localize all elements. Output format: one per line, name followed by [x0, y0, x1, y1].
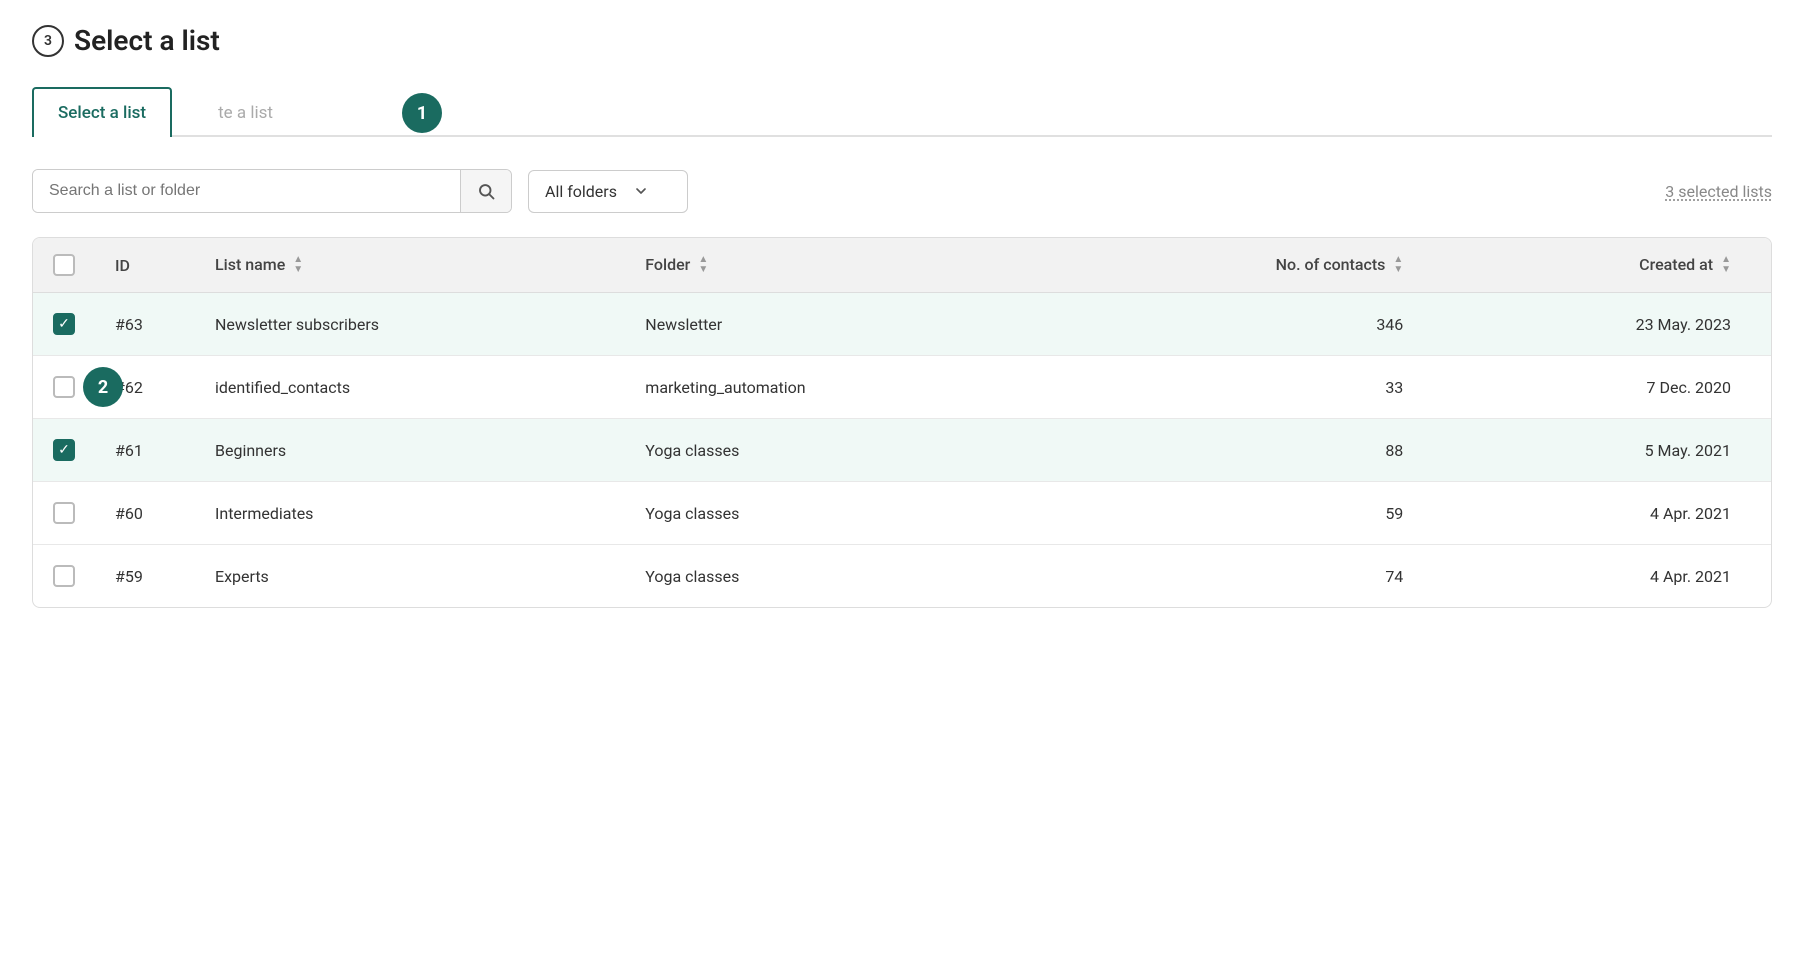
select-all-checkbox[interactable] — [53, 254, 75, 276]
row-list-name: Intermediates — [195, 482, 625, 545]
table-header: ID List name ▲▼ Folder ▲▼ No. of contact… — [33, 238, 1771, 293]
table-row: ✓ #63Newsletter subscribersNewsletter3462… — [33, 293, 1771, 356]
row-created-at: 4 Apr. 2021 — [1443, 545, 1771, 608]
row-list-name: Newsletter subscribers — [195, 293, 625, 356]
table-row: #59ExpertsYoga classes744 Apr. 2021 — [33, 545, 1771, 608]
table-row: #62identified_contactsmarketing_automati… — [33, 356, 1771, 419]
row-id: #59 — [95, 545, 195, 608]
row-folder: Yoga classes — [625, 482, 1047, 545]
row-checkbox-checked[interactable]: ✓ — [53, 439, 75, 461]
row-folder: Yoga classes — [625, 545, 1047, 608]
tab-create-list[interactable]: 1 te a list — [172, 87, 299, 137]
row-contacts: 33 — [1048, 356, 1444, 419]
chevron-down-icon — [633, 183, 649, 199]
folder-label: All folders — [545, 182, 617, 201]
row-folder: marketing_automation — [625, 356, 1047, 419]
sort-created-icon: ▲▼ — [1721, 255, 1731, 275]
table-wrapper: ID List name ▲▼ Folder ▲▼ No. of contact… — [33, 238, 1771, 607]
row-id: #63 — [95, 293, 195, 356]
search-input[interactable] — [33, 170, 460, 212]
filter-row: All folders 3 selected lists — [32, 169, 1772, 213]
page-header: 3 Select a list — [32, 24, 1772, 57]
tab-select-list[interactable]: Select a list — [32, 87, 172, 137]
sort-list-name-icon: ▲▼ — [293, 255, 303, 275]
col-checkbox[interactable] — [33, 238, 95, 293]
col-created-at[interactable]: Created at ▲▼ — [1443, 238, 1771, 293]
row-checkbox-unchecked[interactable] — [53, 565, 75, 587]
search-button[interactable] — [460, 170, 511, 212]
annotation-badge-2: 2 — [83, 367, 123, 407]
row-folder: Yoga classes — [625, 419, 1047, 482]
row-list-name: Experts — [195, 545, 625, 608]
tabs-row: Select a list 1 te a list — [32, 85, 1772, 137]
row-checkbox-unchecked[interactable] — [53, 376, 75, 398]
sort-contacts-icon: ▲▼ — [1393, 255, 1403, 275]
col-contacts[interactable]: No. of contacts ▲▼ — [1048, 238, 1444, 293]
tab-create-list-label: te a list — [218, 103, 273, 123]
row-created-at: 4 Apr. 2021 — [1443, 482, 1771, 545]
row-created-at: 23 May. 2023 — [1443, 293, 1771, 356]
row-id: #61 — [95, 419, 195, 482]
lists-table: ID List name ▲▼ Folder ▲▼ No. of contact… — [33, 238, 1771, 607]
col-folder[interactable]: Folder ▲▼ — [625, 238, 1047, 293]
folder-dropdown[interactable]: All folders — [528, 170, 688, 213]
table-row: ✓ #61BeginnersYoga classes885 May. 2021 — [33, 419, 1771, 482]
step-number: 3 — [32, 25, 64, 57]
search-box — [32, 169, 512, 213]
table-row: #60IntermediatesYoga classes594 Apr. 202… — [33, 482, 1771, 545]
row-list-name: identified_contacts — [195, 356, 625, 419]
page-title: Select a list — [74, 24, 220, 57]
row-contacts: 59 — [1048, 482, 1444, 545]
row-contacts: 346 — [1048, 293, 1444, 356]
row-checkbox-unchecked[interactable] — [53, 502, 75, 524]
row-folder: Newsletter — [625, 293, 1047, 356]
row-contacts: 88 — [1048, 419, 1444, 482]
row-contacts: 74 — [1048, 545, 1444, 608]
search-icon — [477, 182, 495, 200]
col-id: ID — [95, 238, 195, 293]
row-list-name: Beginners — [195, 419, 625, 482]
row-id: #60 — [95, 482, 195, 545]
row-checkbox-checked[interactable]: ✓ — [53, 313, 75, 335]
selected-count: 3 selected lists — [1665, 182, 1772, 201]
row-created-at: 5 May. 2021 — [1443, 419, 1771, 482]
col-list-name[interactable]: List name ▲▼ — [195, 238, 625, 293]
tab-select-list-label: Select a list — [58, 103, 146, 123]
table-body: ✓#63Newsletter subscribersNewsletter3462… — [33, 293, 1771, 608]
annotation-badge-1: 1 — [402, 93, 442, 133]
sort-folder-icon: ▲▼ — [698, 255, 708, 275]
row-created-at: 7 Dec. 2020 — [1443, 356, 1771, 419]
table-container: ID List name ▲▼ Folder ▲▼ No. of contact… — [32, 237, 1772, 608]
